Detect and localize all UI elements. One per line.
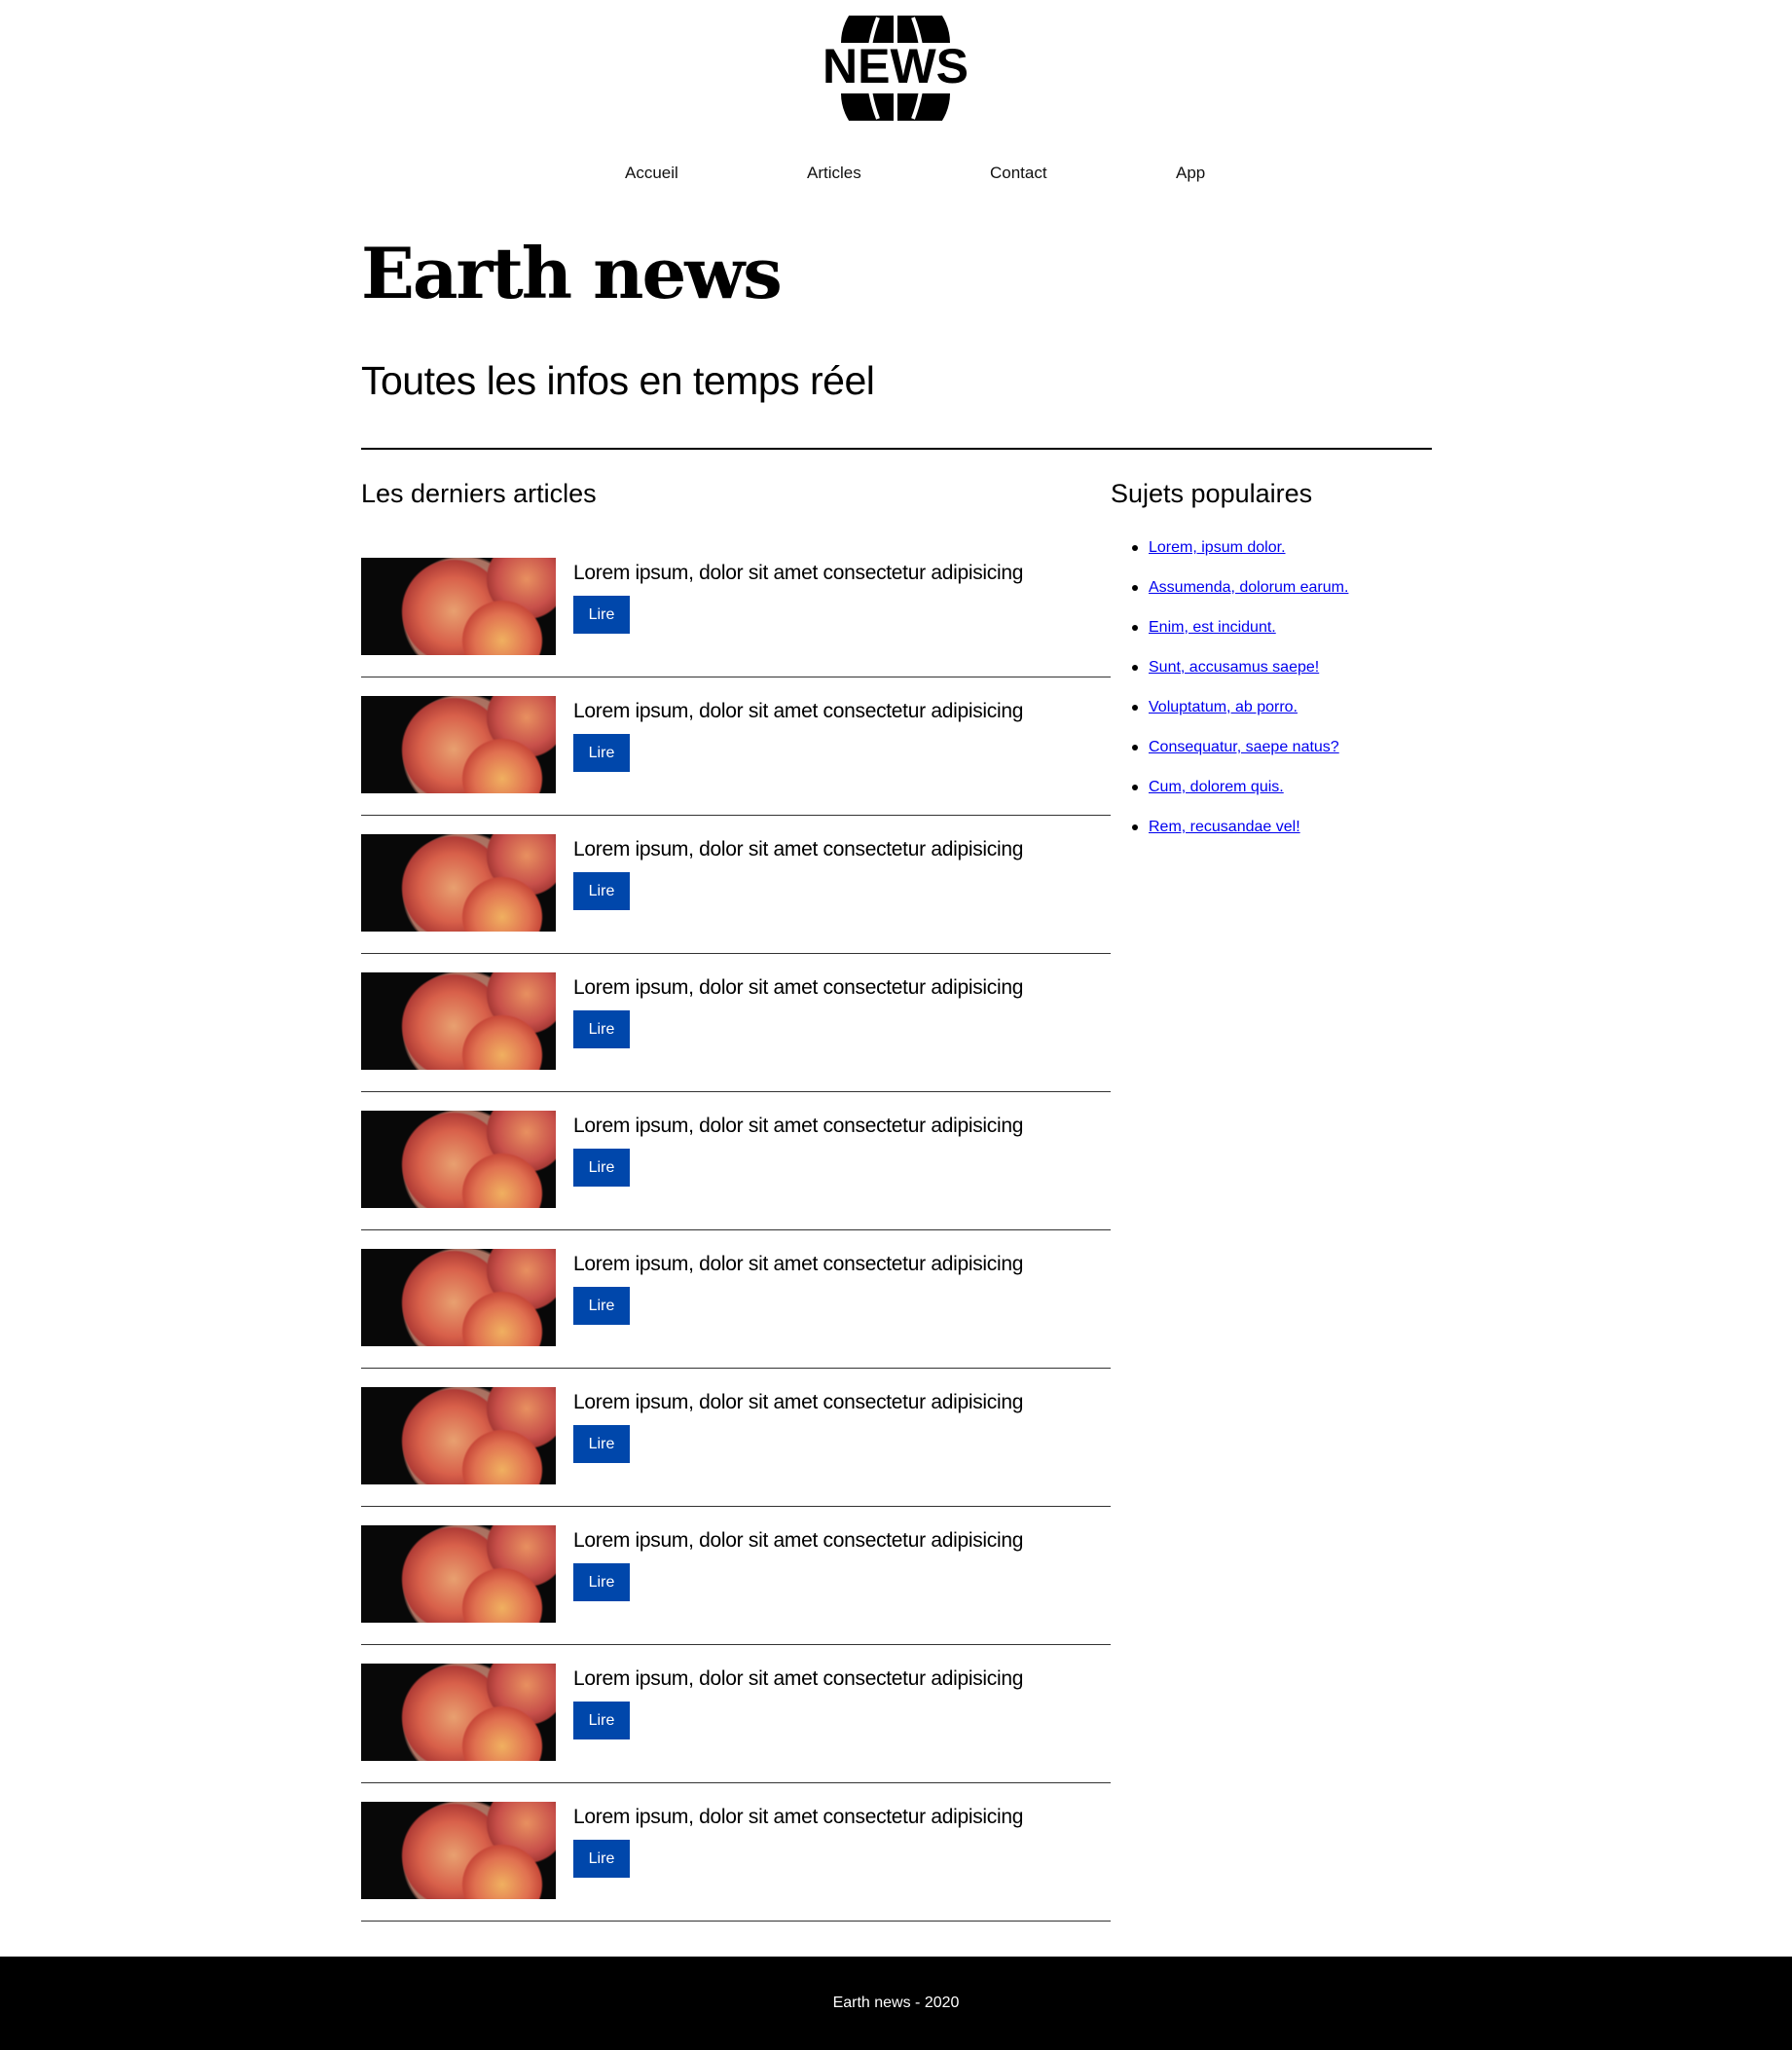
topic-link[interactable]: Cum, dolorem quis. — [1149, 779, 1284, 795]
article-image[interactable] — [361, 972, 556, 1070]
article-title: Lorem ipsum, dolor sit amet consectetur … — [573, 1391, 1024, 1413]
latest-articles-heading: Les derniers articles — [361, 479, 597, 508]
topic-link[interactable]: Enim, est incidunt. — [1149, 619, 1276, 636]
topic-item: Rem, recusandae vel! — [1111, 817, 1348, 857]
topic-link[interactable]: Rem, recusandae vel! — [1149, 819, 1300, 835]
article-image[interactable] — [361, 1664, 556, 1761]
article-title: Lorem ipsum, dolor sit amet consectetur … — [573, 1115, 1024, 1137]
article-item: Lorem ipsum, dolor sit amet consectetur … — [361, 1387, 1111, 1525]
article-image[interactable] — [361, 1525, 556, 1623]
article-item: Lorem ipsum, dolor sit amet consectetur … — [361, 1802, 1111, 1940]
read-button[interactable]: Lire — [573, 1287, 630, 1325]
article-item: Lorem ipsum, dolor sit amet consectetur … — [361, 972, 1111, 1111]
main-nav: Accueil Articles Contact App — [0, 164, 1792, 187]
article-divider — [361, 1782, 1111, 1783]
read-button[interactable]: Lire — [573, 1149, 630, 1187]
article-title: Lorem ipsum, dolor sit amet consectetur … — [573, 1253, 1024, 1275]
article-divider — [361, 1368, 1111, 1369]
topic-item: Sunt, accusamus saepe! — [1111, 657, 1348, 697]
topic-item: Voluptatum, ab porro. — [1111, 697, 1348, 737]
read-button[interactable]: Lire — [573, 1702, 630, 1739]
footer: Earth news - 2020 — [0, 1957, 1792, 2050]
page-title: Earth news — [361, 232, 783, 314]
article-title: Lorem ipsum, dolor sit amet consectetur … — [573, 838, 1024, 860]
topic-item: Cum, dolorem quis. — [1111, 777, 1348, 817]
article-divider — [361, 1506, 1111, 1507]
popular-topics-list: Lorem, ipsum dolor. Assumenda, dolorum ea… — [1111, 537, 1348, 857]
article-item: Lorem ipsum, dolor sit amet consectetur … — [361, 1249, 1111, 1387]
article-divider — [361, 1229, 1111, 1230]
topic-link[interactable]: Voluptatum, ab porro. — [1149, 699, 1298, 715]
read-button[interactable]: Lire — [573, 1563, 630, 1601]
topic-link[interactable]: Sunt, accusamus saepe! — [1149, 659, 1319, 676]
article-title: Lorem ipsum, dolor sit amet consectetur … — [573, 1806, 1024, 1828]
article-title: Lorem ipsum, dolor sit amet consectetur … — [573, 1667, 1024, 1690]
read-button[interactable]: Lire — [573, 734, 630, 772]
article-divider — [361, 953, 1111, 954]
article-title: Lorem ipsum, dolor sit amet consectetur … — [573, 976, 1024, 999]
article-image[interactable] — [361, 1249, 556, 1346]
topic-item: Assumenda, dolorum earum. — [1111, 577, 1348, 617]
topic-item: Lorem, ipsum dolor. — [1111, 537, 1348, 577]
page-subtitle: Toutes les infos en temps réel — [361, 358, 875, 403]
topic-item: Consequatur, saepe natus? — [1111, 737, 1348, 777]
article-title: Lorem ipsum, dolor sit amet consectetur … — [573, 562, 1024, 584]
article-item: Lorem ipsum, dolor sit amet consectetur … — [361, 1111, 1111, 1249]
article-divider — [361, 815, 1111, 816]
read-button[interactable]: Lire — [573, 1010, 630, 1048]
article-item: Lorem ipsum, dolor sit amet consectetur … — [361, 834, 1111, 972]
article-title: Lorem ipsum, dolor sit amet consectetur … — [573, 1529, 1024, 1552]
read-button[interactable]: Lire — [573, 596, 630, 634]
topic-link[interactable]: Assumenda, dolorum earum. — [1149, 579, 1348, 596]
article-image[interactable] — [361, 1802, 556, 1899]
article-divider — [361, 1091, 1111, 1092]
topic-link[interactable]: Lorem, ipsum dolor. — [1149, 539, 1286, 556]
topic-item: Enim, est incidunt. — [1111, 617, 1348, 657]
article-item: Lorem ipsum, dolor sit amet consectetur … — [361, 1525, 1111, 1664]
nav-accueil[interactable]: Accueil — [625, 164, 678, 183]
topic-link[interactable]: Consequatur, saepe natus? — [1149, 739, 1339, 755]
logo-text: NEWS — [823, 39, 969, 93]
article-divider — [361, 1644, 1111, 1645]
footer-text: Earth news - 2020 — [832, 1995, 960, 2011]
article-item: Lorem ipsum, dolor sit amet consectetur … — [361, 558, 1111, 696]
article-item: Lorem ipsum, dolor sit amet consectetur … — [361, 696, 1111, 834]
article-item: Lorem ipsum, dolor sit amet consectetur … — [361, 1664, 1111, 1802]
article-image[interactable] — [361, 1387, 556, 1484]
read-button[interactable]: Lire — [573, 872, 630, 910]
read-button[interactable]: Lire — [573, 1840, 630, 1878]
article-divider — [361, 1921, 1111, 1922]
nav-contact[interactable]: Contact — [990, 164, 1047, 183]
popular-topics-heading: Sujets populaires — [1111, 479, 1313, 508]
news-logo[interactable]: NEWS — [820, 16, 971, 121]
divider — [361, 448, 1432, 450]
read-button[interactable]: Lire — [573, 1425, 630, 1463]
article-image[interactable] — [361, 834, 556, 932]
nav-app[interactable]: App — [1176, 164, 1205, 183]
article-title: Lorem ipsum, dolor sit amet consectetur … — [573, 700, 1024, 722]
article-image[interactable] — [361, 1111, 556, 1208]
article-image[interactable] — [361, 558, 556, 655]
article-image[interactable] — [361, 696, 556, 793]
nav-articles[interactable]: Articles — [807, 164, 861, 183]
